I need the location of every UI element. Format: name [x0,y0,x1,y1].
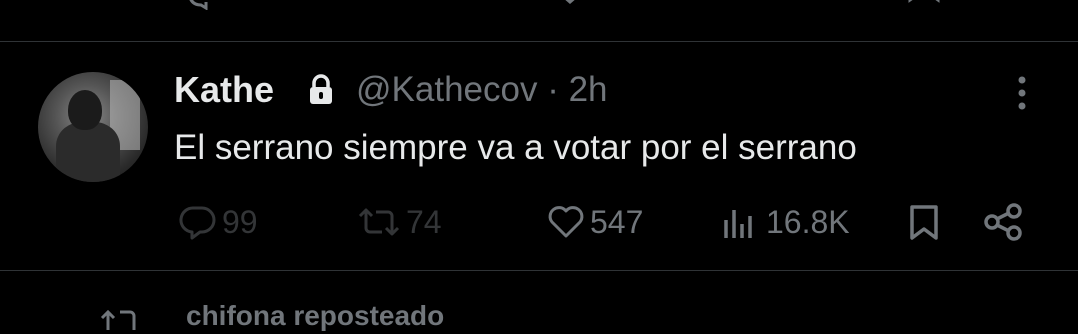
bookmark-icon [904,202,944,242]
avatar[interactable] [38,72,148,182]
divider [0,41,1078,42]
reply-count: 99 [222,203,258,240]
tweet-text: El serrano siempre va a votar por el ser… [174,128,857,167]
like-count: 547 [590,203,644,240]
share-icon[interactable] [1000,0,1036,15]
handle-and-time: @Kathecov · 2h [356,68,608,112]
bookmark-icon[interactable] [906,0,942,15]
separator: · [547,70,559,109]
share-button[interactable] [982,200,1026,244]
divider [0,270,1078,271]
reply-button[interactable]: 99 [178,200,258,244]
repost-attribution[interactable]: chifona reposteado [186,300,444,332]
more-vertical-icon[interactable] [1010,74,1034,114]
avatar-photo-head [68,90,102,130]
display-name[interactable]: Kathe [174,68,274,112]
previous-tweet-actions [0,0,1078,11]
repost-icon [356,202,402,242]
lock-icon [307,74,335,106]
views-icon [720,202,762,242]
repost-icon[interactable] [370,0,410,15]
repost-button[interactable]: 74 [356,200,442,244]
handle[interactable]: @Kathecov [356,70,537,109]
views-icon[interactable] [722,0,758,15]
view-count: 16.8K [766,203,850,240]
like-button[interactable]: 547 [546,200,643,244]
repost-count: 74 [406,203,442,240]
avatar-photo-body [56,122,120,182]
reply-icon[interactable] [186,0,216,15]
share-icon [982,202,1026,242]
reply-icon [178,202,218,242]
heart-icon[interactable] [552,0,588,15]
heart-icon [546,202,586,242]
timestamp[interactable]: 2h [569,70,608,109]
bookmark-button[interactable] [904,200,944,244]
repost-icon [98,304,142,334]
views-button[interactable]: 16.8K [720,200,850,244]
